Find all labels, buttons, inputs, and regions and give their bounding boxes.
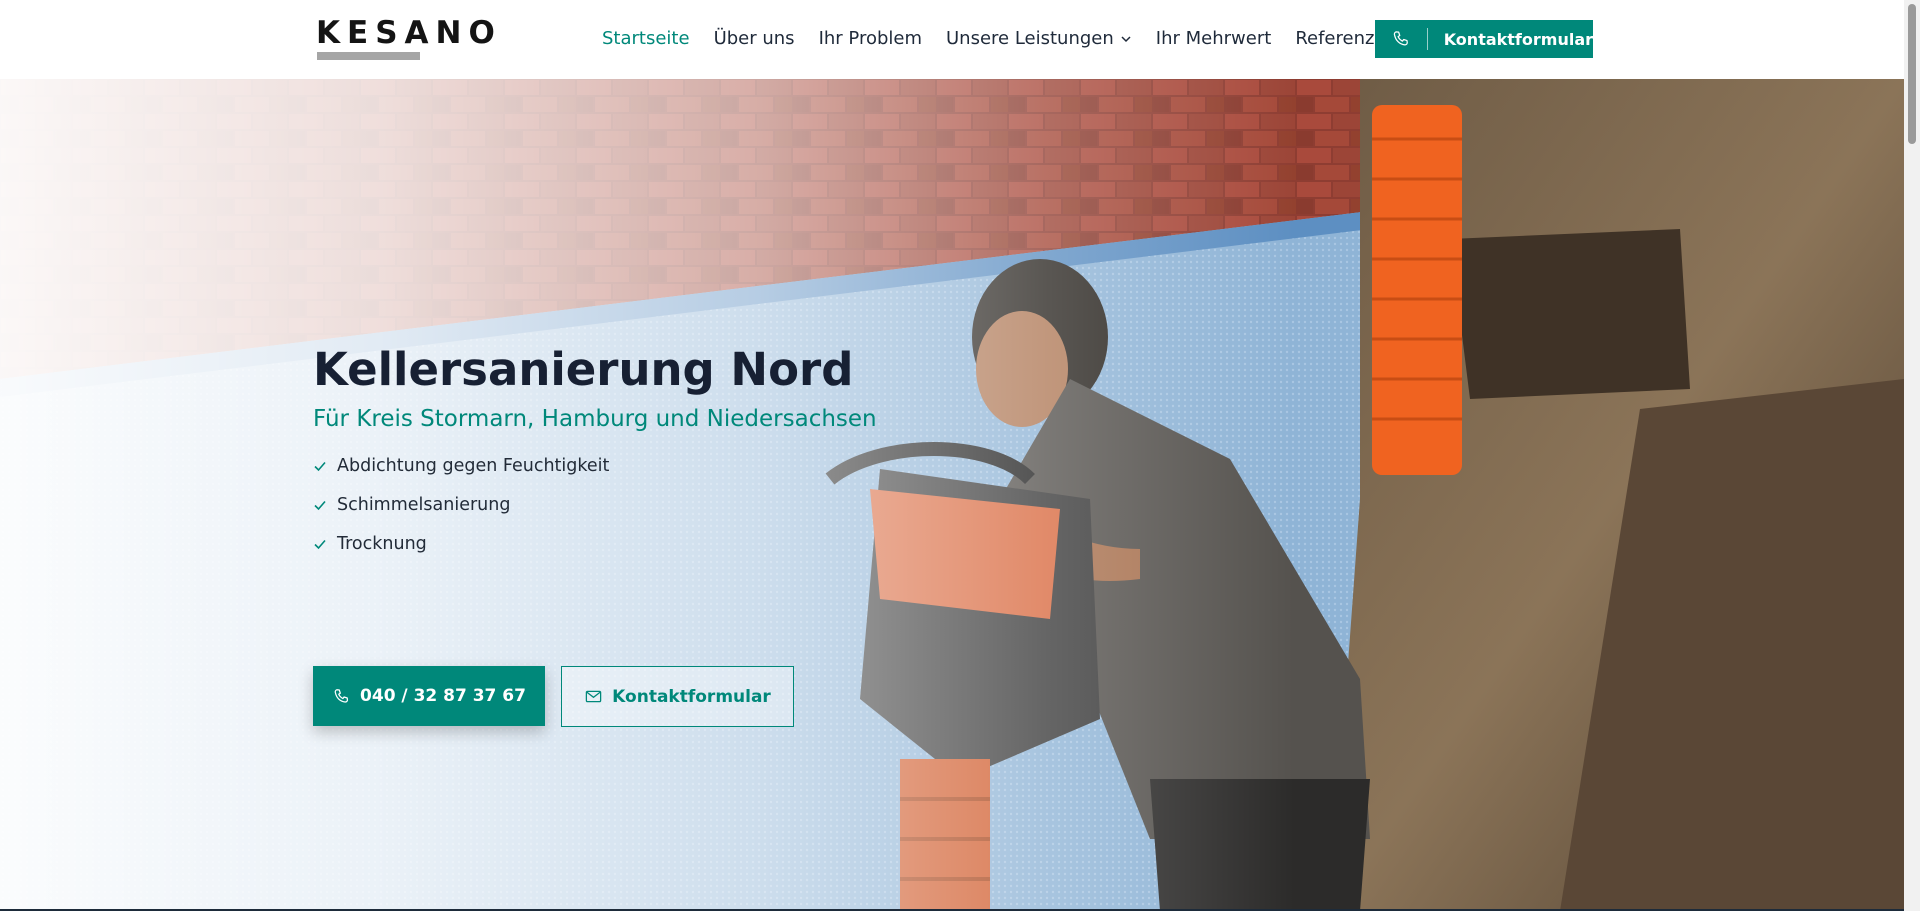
- nav-item-label: Über uns: [713, 28, 795, 49]
- scrollbar-thumb[interactable]: [1908, 4, 1916, 144]
- kesano-logo[interactable]: KESANO: [316, 16, 512, 62]
- list-item: Schimmelsanierung: [313, 485, 1013, 524]
- nav-item-label: Startseite: [602, 28, 690, 49]
- nav-item-startseite[interactable]: Startseite: [602, 25, 690, 53]
- nav-item-label: Unsere Leistungen: [946, 28, 1114, 49]
- nav-item-ueber-uns[interactable]: Über uns: [714, 25, 795, 53]
- main-navigation: Startseite Über uns Ihr Problem Unsere L…: [602, 25, 1421, 53]
- mail-icon: [585, 690, 602, 703]
- check-icon: [314, 500, 326, 510]
- logo-wordmark: KESANO: [316, 15, 502, 51]
- nav-item-label: Ihr Mehrwert: [1155, 28, 1272, 49]
- nav-item-label: Ihr Problem: [818, 28, 922, 49]
- nav-item-unsere-leistungen[interactable]: Unsere Leistungen: [946, 25, 1132, 53]
- phone-icon: [334, 688, 349, 703]
- call-phone-label: 040 / 32 87 37 67: [360, 686, 526, 706]
- check-icon: [314, 539, 326, 549]
- page-scrollbar[interactable]: [1904, 0, 1920, 911]
- nav-item-ihr-problem[interactable]: Ihr Problem: [819, 25, 922, 53]
- feature-label: Trocknung: [337, 533, 427, 554]
- hero-cta-row: 040 / 32 87 37 67 Kontaktformular: [313, 666, 794, 727]
- phone-icon: [1375, 20, 1427, 58]
- hero-feature-list: Abdichtung gegen Feuchtigkeit Schimmelsa…: [313, 446, 1013, 563]
- check-icon: [314, 461, 326, 471]
- header-contact-button[interactable]: Kontaktformular: [1375, 20, 1593, 58]
- feature-label: Schimmelsanierung: [337, 494, 511, 515]
- call-phone-button[interactable]: 040 / 32 87 37 67: [313, 666, 545, 726]
- contact-form-label: Kontaktformular: [612, 686, 771, 707]
- hero-content: Kellersanierung Nord Für Kreis Stormarn,…: [313, 342, 1013, 563]
- header-contact-label: Kontaktformular: [1443, 29, 1593, 49]
- chevron-down-icon: [1121, 36, 1131, 43]
- nav-item-ihr-mehrwert[interactable]: Ihr Mehrwert: [1156, 25, 1272, 53]
- hero-title: Kellersanierung Nord: [313, 343, 854, 396]
- list-item: Abdichtung gegen Feuchtigkeit: [313, 446, 1013, 485]
- feature-label: Abdichtung gegen Feuchtigkeit: [337, 455, 610, 476]
- site-header: KESANO Startseite Über uns Ihr Problem U…: [0, 0, 1904, 79]
- logo-underline: [317, 52, 420, 60]
- hero-subtitle: Für Kreis Stormarn, Hamburg und Niedersa…: [313, 406, 877, 432]
- contact-form-button[interactable]: Kontaktformular: [561, 666, 794, 727]
- hero-section: Kellersanierung Nord Für Kreis Stormarn,…: [0, 79, 1904, 911]
- list-item: Trocknung: [313, 524, 1013, 563]
- button-divider: [1426, 28, 1428, 50]
